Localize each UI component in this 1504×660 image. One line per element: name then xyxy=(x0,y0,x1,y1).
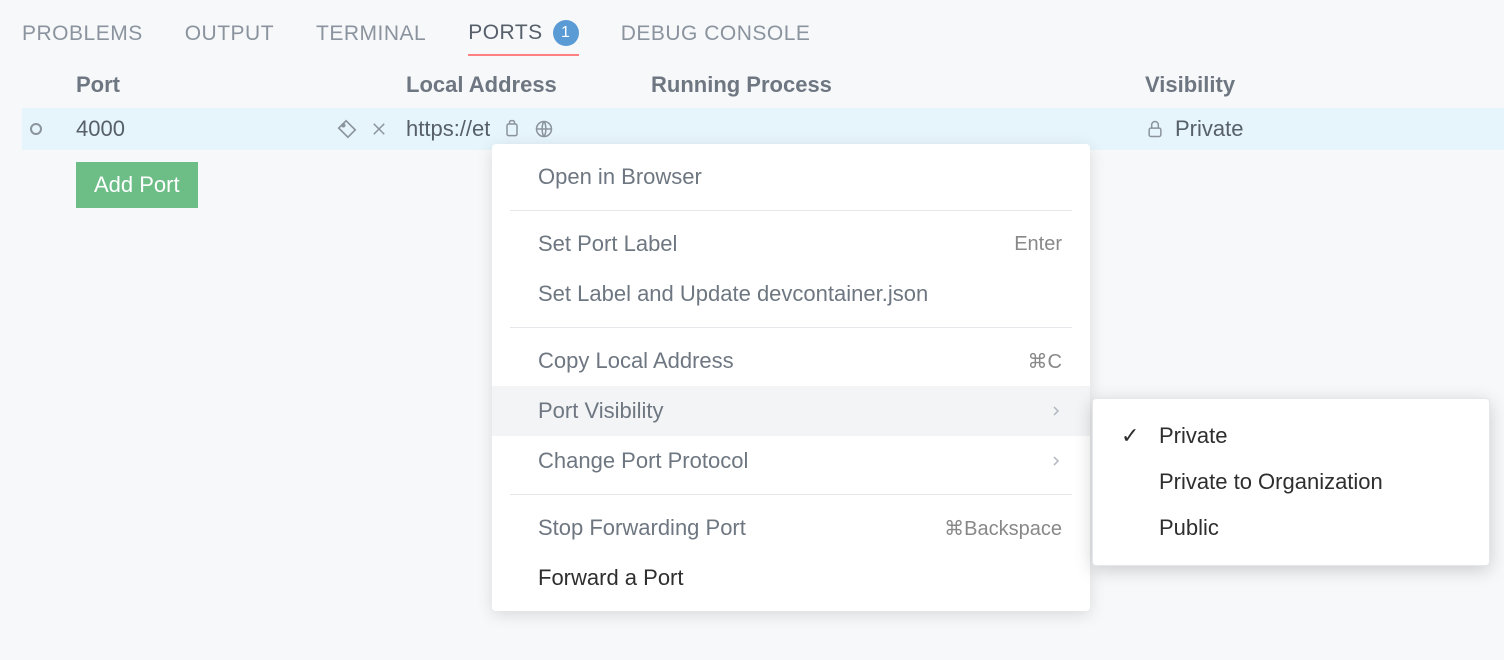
visibility-submenu: ✓ Private Private to Organization Public xyxy=(1092,398,1490,566)
menu-set-port-label-label: Set Port Label xyxy=(538,231,677,257)
menu-set-port-label-shortcut: Enter xyxy=(1014,233,1062,256)
local-address-value: https://et xyxy=(406,116,490,142)
submenu-public-label: Public xyxy=(1159,515,1219,541)
menu-set-port-label[interactable]: Set Port Label Enter xyxy=(492,219,1090,269)
port-number: 4000 xyxy=(76,116,125,142)
tab-output[interactable]: OUTPUT xyxy=(185,22,274,46)
chevron-right-icon xyxy=(1050,452,1062,470)
lock-icon xyxy=(1145,119,1165,139)
menu-copy-local-address-shortcut: ⌘C xyxy=(1028,349,1062,374)
menu-open-in-browser-label: Open in Browser xyxy=(538,164,702,190)
menu-set-label-devcontainer[interactable]: Set Label and Update devcontainer.json xyxy=(492,269,1090,319)
ports-count-badge: 1 xyxy=(553,20,579,46)
check-icon: ✓ xyxy=(1121,423,1143,449)
menu-forward-a-port[interactable]: Forward a Port xyxy=(492,553,1090,603)
submenu-private[interactable]: ✓ Private xyxy=(1093,413,1489,459)
menu-copy-local-address-label: Copy Local Address xyxy=(538,348,734,374)
menu-open-in-browser[interactable]: Open in Browser xyxy=(492,152,1090,202)
row-status-indicator xyxy=(22,123,76,135)
submenu-private-label: Private xyxy=(1159,423,1227,449)
menu-set-label-devcontainer-label: Set Label and Update devcontainer.json xyxy=(538,281,928,307)
close-icon[interactable] xyxy=(370,120,388,138)
add-port-button[interactable]: Add Port xyxy=(76,162,198,208)
header-running-process: Running Process xyxy=(651,72,1145,98)
menu-separator xyxy=(510,494,1072,495)
header-port: Port xyxy=(76,72,406,98)
tab-terminal[interactable]: TERMINAL xyxy=(316,22,426,46)
context-menu: Open in Browser Set Port Label Enter Set… xyxy=(492,144,1090,611)
menu-change-port-protocol-label: Change Port Protocol xyxy=(538,448,748,474)
submenu-public[interactable]: Public xyxy=(1093,505,1489,551)
status-circle-icon xyxy=(30,123,42,135)
label-icon[interactable] xyxy=(336,118,358,140)
tab-debug-console[interactable]: DEBUG CONSOLE xyxy=(621,22,811,46)
tab-ports-label: PORTS xyxy=(468,21,542,45)
menu-copy-local-address[interactable]: Copy Local Address ⌘C xyxy=(492,336,1090,386)
menu-stop-forwarding-port-shortcut: ⌘Backspace xyxy=(944,516,1062,541)
menu-stop-forwarding-port-label: Stop Forwarding Port xyxy=(538,515,746,541)
menu-change-port-protocol[interactable]: Change Port Protocol xyxy=(492,436,1090,486)
menu-separator xyxy=(510,210,1072,211)
table-headers: Port Local Address Running Process Visib… xyxy=(22,58,1504,108)
globe-icon[interactable] xyxy=(534,119,554,139)
panel-tabs: PROBLEMS OUTPUT TERMINAL PORTS 1 DEBUG C… xyxy=(0,0,1504,58)
menu-forward-a-port-label: Forward a Port xyxy=(538,565,684,591)
header-local-address: Local Address xyxy=(406,72,651,98)
submenu-private-to-organization[interactable]: Private to Organization xyxy=(1093,459,1489,505)
menu-separator xyxy=(510,327,1072,328)
chevron-right-icon xyxy=(1050,402,1062,420)
menu-port-visibility-label: Port Visibility xyxy=(538,398,664,424)
visibility-value: Private xyxy=(1175,116,1243,142)
tab-problems[interactable]: PROBLEMS xyxy=(22,22,143,46)
menu-stop-forwarding-port[interactable]: Stop Forwarding Port ⌘Backspace xyxy=(492,503,1090,553)
copy-icon[interactable] xyxy=(502,119,522,139)
menu-port-visibility[interactable]: Port Visibility xyxy=(492,386,1090,436)
tab-ports[interactable]: PORTS 1 xyxy=(468,20,578,56)
header-visibility: Visibility xyxy=(1145,72,1235,98)
submenu-private-to-organization-label: Private to Organization xyxy=(1159,469,1383,495)
